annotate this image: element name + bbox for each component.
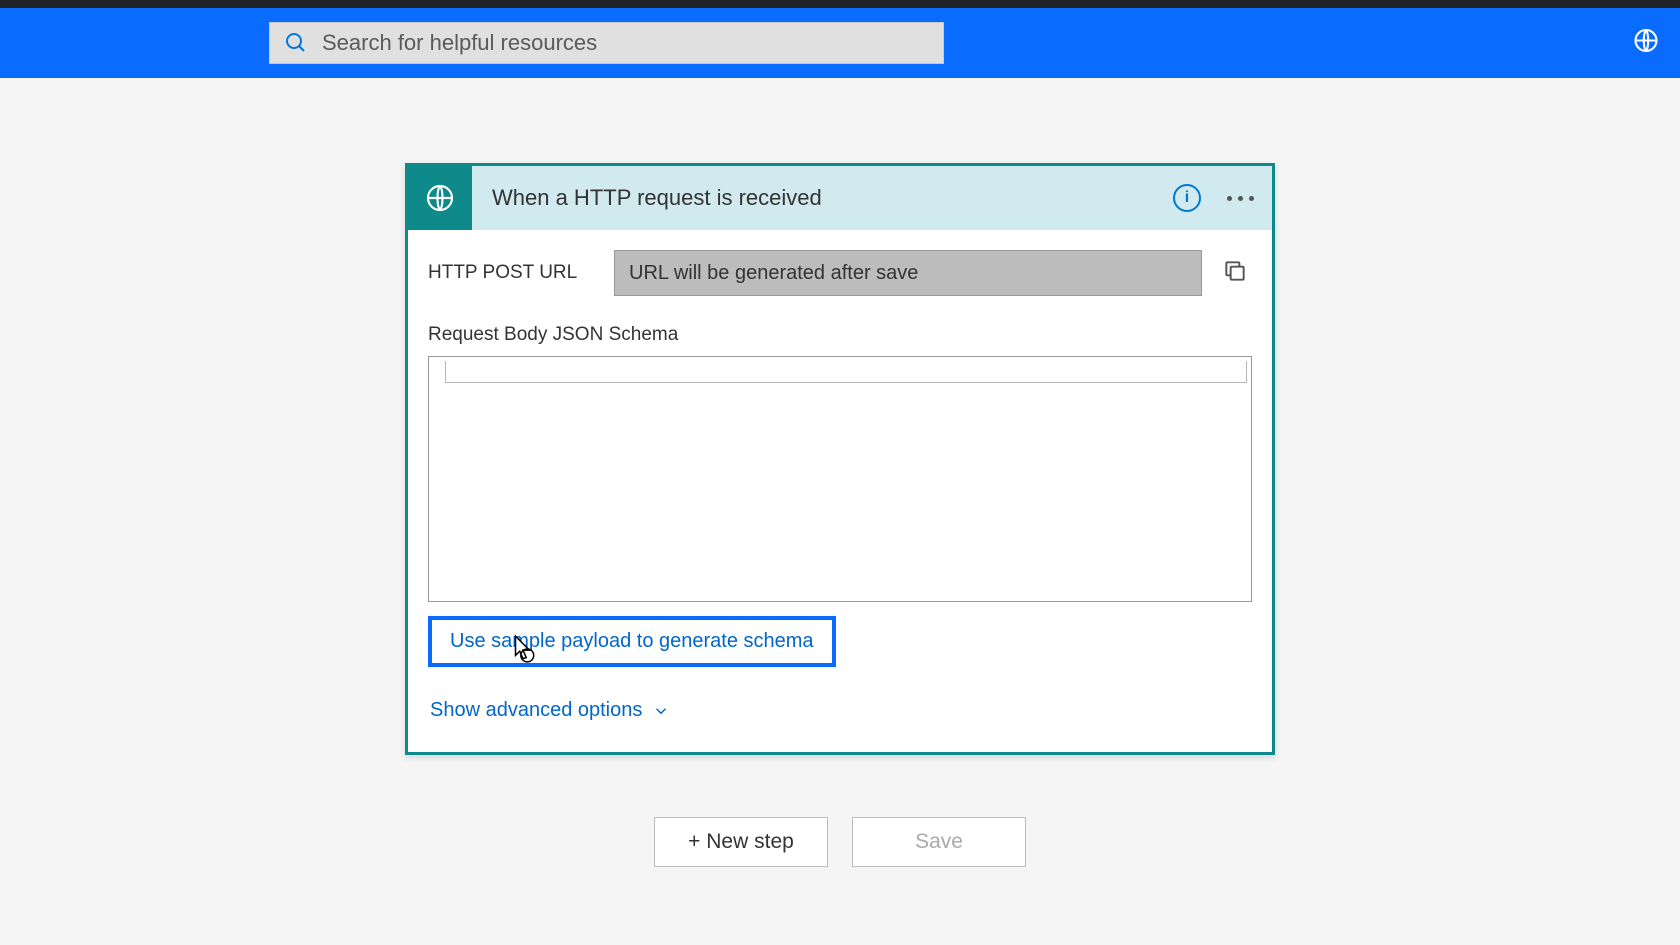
search-icon: [284, 31, 308, 55]
advanced-link-text: Show advanced options: [430, 699, 642, 722]
copy-button[interactable]: [1218, 254, 1252, 293]
show-advanced-options-link[interactable]: Show advanced options: [428, 695, 672, 726]
card-header[interactable]: When a HTTP request is received i: [408, 166, 1272, 230]
use-sample-payload-link[interactable]: Use sample payload to generate schema: [428, 616, 836, 667]
card-title: When a HTTP request is received: [488, 185, 1157, 211]
header-globe-icon[interactable]: [1632, 27, 1660, 60]
info-icon[interactable]: i: [1173, 184, 1201, 212]
new-step-button[interactable]: + New step: [654, 817, 828, 867]
url-label: HTTP POST URL: [428, 262, 598, 284]
schema-textarea[interactable]: [428, 356, 1252, 602]
bottom-action-buttons: + New step Save: [654, 817, 1026, 867]
save-button: Save: [852, 817, 1026, 867]
chevron-down-icon: [652, 702, 670, 720]
search-input[interactable]: [322, 30, 929, 56]
top-app-bar: [0, 8, 1680, 78]
schema-label: Request Body JSON Schema: [428, 324, 1252, 346]
globe-icon: [424, 182, 456, 214]
copy-icon: [1222, 258, 1248, 284]
card-body: HTTP POST URL URL will be generated afte…: [408, 230, 1272, 752]
trigger-icon-box: [408, 166, 472, 230]
sample-link-text: Use sample payload to generate schema: [450, 630, 814, 652]
more-menu-icon[interactable]: [1227, 196, 1254, 201]
url-field: URL will be generated after save: [614, 250, 1202, 296]
flow-canvas: When a HTTP request is received i HTTP P…: [0, 78, 1680, 867]
trigger-card: When a HTTP request is received i HTTP P…: [405, 163, 1275, 755]
window-titlebar: [0, 0, 1680, 8]
search-box[interactable]: [269, 22, 944, 64]
schema-inner-border: [445, 361, 1247, 383]
